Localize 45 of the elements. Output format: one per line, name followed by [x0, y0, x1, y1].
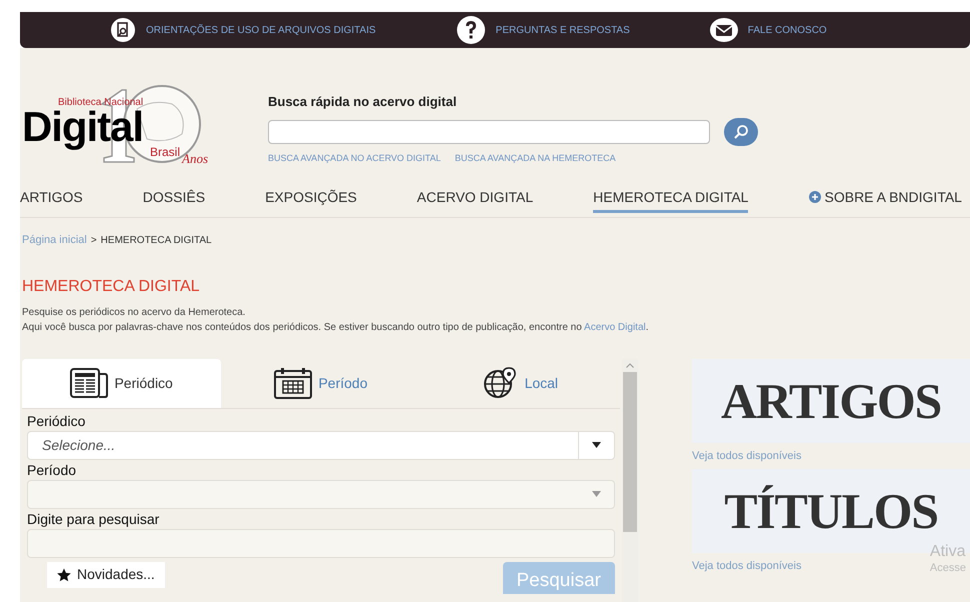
top-link[interactable]: PERGUNTAS E RESPOSTAS — [496, 22, 630, 38]
nav-tab[interactable]: SOBRE A BNDIGITAL — [808, 186, 962, 212]
select-placeholder: Selecione... — [41, 436, 116, 454]
logo-years: Anos — [182, 152, 208, 165]
intro-text: Pesquise os periódicos no acervo da Hemeroteca. — [22, 306, 246, 320]
scroll-up-icon[interactable] — [626, 362, 634, 368]
newspaper-icon — [70, 368, 108, 398]
search-label: Busca rápida no acervo digital — [268, 93, 458, 111]
nav-tab[interactable]: ACERVO DIGITAL — [416, 186, 534, 212]
calendar-icon — [274, 367, 312, 399]
logo-subtitle: Biblioteca Nacional — [58, 98, 144, 108]
nav-tab[interactable]: EXPOSIÇÕES — [265, 186, 357, 212]
select-field[interactable]: Selecione... — [27, 430, 615, 460]
star-icon — [57, 568, 71, 582]
intro-text: Aqui você busca por palavras-chave nos conteúdos dos periódicos. Se estiver buscando outro tipo de publicação, encontre no Acervo Digital. — [22, 320, 650, 334]
nav-tab[interactable]: ARTIGOS — [20, 186, 83, 212]
dropdown-caret-icon — [592, 491, 600, 497]
nav-tab[interactable]: DOSSIÊS — [142, 186, 206, 212]
plus-circle-icon — [808, 191, 820, 203]
banner-card[interactable]: ARTIGOS — [692, 358, 970, 442]
nav-tab[interactable]: HEMEROTECA DIGITAL — [593, 186, 748, 212]
top-link[interactable]: ORIENTAÇÕES DE USO DE ARQUIVOS DIGITAIS — [146, 22, 376, 38]
top-link[interactable]: FALE CONOSCO — [748, 22, 827, 38]
dropdown-caret-icon — [592, 442, 601, 448]
search-button[interactable] — [724, 118, 758, 146]
document-search-icon — [110, 17, 136, 43]
field-label: Digite para pesquisar — [27, 510, 160, 528]
search-icon — [733, 124, 749, 140]
breadcrumb-separator: > — [90, 234, 97, 248]
breadcrumb-current: HEMEROTECA DIGITAL — [100, 234, 212, 248]
search-tab[interactable]: Local — [420, 358, 620, 408]
field-label: Período — [27, 460, 78, 480]
search-field[interactable] — [268, 120, 710, 144]
banner-heading: ARTIGOS — [720, 376, 942, 426]
search-tab[interactable]: Período — [221, 358, 421, 408]
logo-title: Digital — [22, 106, 143, 148]
logo-country: Brasil — [150, 146, 180, 158]
search-tab[interactable]: Periódico — [22, 358, 222, 408]
page-title: HEMEROTECA DIGITAL — [22, 278, 201, 294]
banner-heading: TÍTULOS — [724, 486, 938, 536]
field-label: Periódico — [27, 412, 86, 430]
question-icon — [456, 15, 486, 45]
envelope-icon — [710, 17, 738, 43]
globe-pin-icon — [482, 367, 519, 399]
news-button[interactable]: Novidades... — [47, 562, 165, 588]
